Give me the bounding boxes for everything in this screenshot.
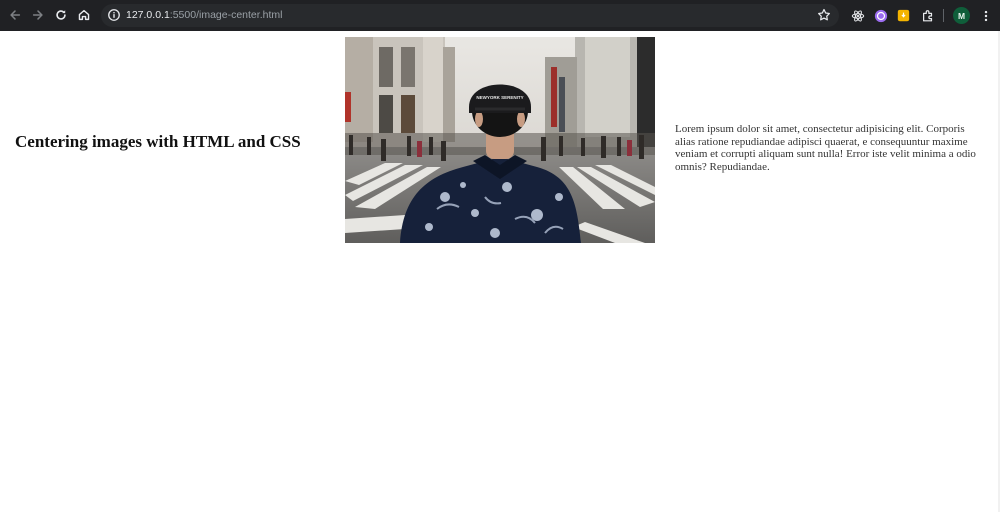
- extension-react-devtools[interactable]: [850, 8, 865, 23]
- url-text[interactable]: 127.0.0.1:5500/image-center.html: [126, 8, 282, 23]
- browser-toolbar: 127.0.0.1:5500/image-center.html M: [0, 0, 1000, 31]
- extensions-menu-button[interactable]: [920, 8, 935, 23]
- body-paragraph: Lorem ipsum dolor sit amet, consectetur …: [675, 123, 976, 173]
- site-info-icon[interactable]: [107, 8, 121, 22]
- page-heading: Centering images with HTML and CSS: [15, 132, 301, 151]
- extension-purple[interactable]: [873, 8, 888, 23]
- puzzle-piece-icon: [922, 9, 932, 21]
- arrow-left-icon: [10, 10, 21, 20]
- street-photo: NEWYORK SERENITY: [345, 37, 655, 243]
- home-button[interactable]: [72, 3, 96, 27]
- url-host: 127.0.0.1: [126, 9, 170, 21]
- cap-text: NEWYORK SERENITY: [476, 95, 523, 100]
- photo-illustration: NEWYORK SERENITY: [345, 37, 655, 243]
- bookmark-star-icon[interactable]: [817, 8, 831, 22]
- extension-yellow[interactable]: [896, 8, 911, 23]
- address-bar[interactable]: 127.0.0.1:5500/image-center.html: [101, 4, 839, 27]
- reload-button[interactable]: [49, 3, 73, 27]
- yellow-note-extension-icon: [897, 9, 910, 22]
- purple-circle-extension-icon: [874, 9, 887, 22]
- back-button[interactable]: [3, 3, 27, 27]
- browser-menu-button[interactable]: [978, 8, 993, 23]
- profile-avatar[interactable]: M: [953, 7, 970, 24]
- url-path: :5500/image-center.html: [169, 9, 283, 21]
- reload-icon: [56, 10, 66, 20]
- web-page: Centering images with HTML and CSS NEWYO…: [0, 31, 1000, 512]
- react-atom-icon: [851, 9, 864, 22]
- forward-button[interactable]: [26, 3, 50, 27]
- home-icon: [78, 9, 90, 21]
- arrow-right-icon: [32, 10, 43, 20]
- toolbar-divider: [943, 9, 944, 22]
- kebab-menu-icon: [984, 10, 987, 21]
